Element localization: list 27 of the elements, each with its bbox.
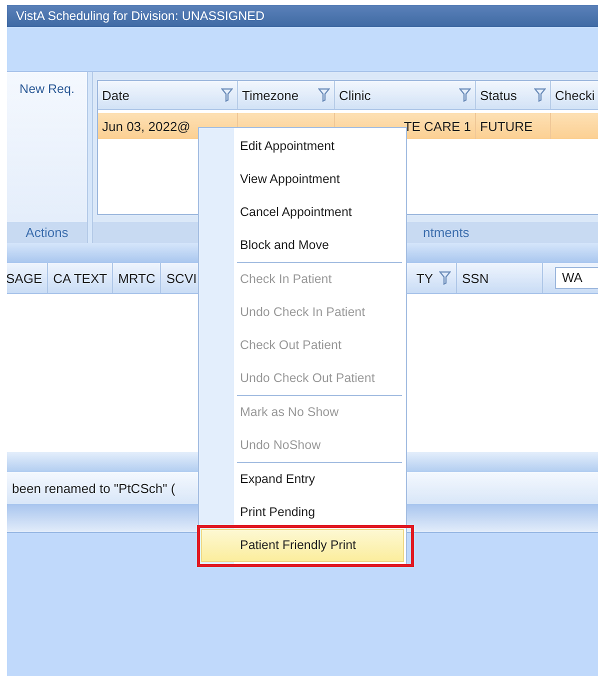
table-cell: FUTURE — [480, 118, 533, 134]
column-header[interactable]: Timezone — [238, 81, 335, 109]
column-header[interactable]: Status — [476, 81, 551, 109]
group-label: Actions — [7, 222, 87, 243]
filter-icon[interactable] — [318, 88, 330, 102]
menu-item[interactable]: Expand Entry — [201, 463, 404, 496]
column-header[interactable]: Date — [98, 81, 238, 109]
window-title: VistA Scheduling for Division: UNASSIGNED — [16, 9, 264, 23]
filter-icon[interactable] — [459, 88, 471, 102]
column-header[interactable]: Checki — [551, 81, 598, 109]
column-header[interactable]: Clinic — [335, 81, 476, 109]
filter-icon[interactable] — [221, 88, 233, 102]
combo-box[interactable]: WA — [555, 267, 598, 289]
menu-item[interactable]: Patient Friendly Print — [201, 529, 404, 562]
filter-icon[interactable] — [439, 271, 451, 285]
column-header[interactable]: SSN — [457, 263, 543, 293]
table-cell: Jun 03, 2022@ — [102, 118, 190, 134]
column-label: SSN — [462, 270, 489, 286]
filter-icon[interactable] — [534, 88, 546, 102]
column-header[interactable]: MRTC — [113, 263, 162, 293]
table-cell: TE CARE 1 — [404, 118, 471, 134]
new-request-button[interactable]: New Req. — [7, 72, 87, 96]
menu-item[interactable]: View Appointment — [201, 163, 404, 196]
column-header[interactable]: CA TEXT — [48, 263, 114, 293]
column-label: TY — [416, 270, 433, 286]
status-message: been renamed to "PtCSch" ( — [11, 480, 176, 496]
menu-item[interactable]: Print Pending — [201, 496, 404, 529]
